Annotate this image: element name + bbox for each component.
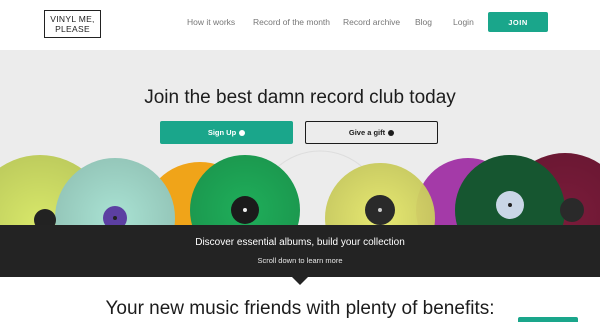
scroll-hint: Scroll down to learn more [257, 256, 343, 265]
site-header: VINYL ME, PLEASE How it works Record of … [0, 0, 600, 50]
give-gift-button[interactable]: Give a gift [305, 121, 438, 144]
band-arrow-icon [292, 277, 308, 285]
give-gift-label: Give a gift [348, 128, 386, 137]
join-button[interactable]: JOIN [488, 12, 548, 32]
floating-join-button[interactable] [518, 317, 578, 322]
nav-how-it-works[interactable]: How it works [187, 17, 235, 27]
arrow-circle-icon [388, 129, 395, 136]
sign-up-button[interactable]: Sign Up [160, 121, 293, 144]
nav-blog[interactable]: Blog [415, 17, 432, 27]
hero-section: Join the best damn record club today Sig… [0, 50, 600, 225]
hero-title: Join the best damn record club today [144, 87, 456, 108]
sign-up-label: Sign Up [207, 128, 237, 137]
nav-login[interactable]: Login [453, 17, 474, 27]
nav-record-of-the-month[interactable]: Record of the month [253, 17, 330, 27]
vinyl-records-image [0, 50, 600, 225]
nav-record-archive[interactable]: Record archive [343, 17, 400, 27]
benefits-title: Your new music friends with plenty of be… [105, 298, 495, 319]
logo-line2: PLEASE [55, 24, 90, 34]
discover-band: Discover essential albums, build your co… [0, 225, 600, 277]
discover-title: Discover essential albums, build your co… [195, 237, 405, 248]
logo[interactable]: VINYL ME, PLEASE [44, 10, 101, 38]
logo-line1: VINYL ME, [50, 14, 95, 24]
arrow-circle-icon [239, 129, 246, 136]
